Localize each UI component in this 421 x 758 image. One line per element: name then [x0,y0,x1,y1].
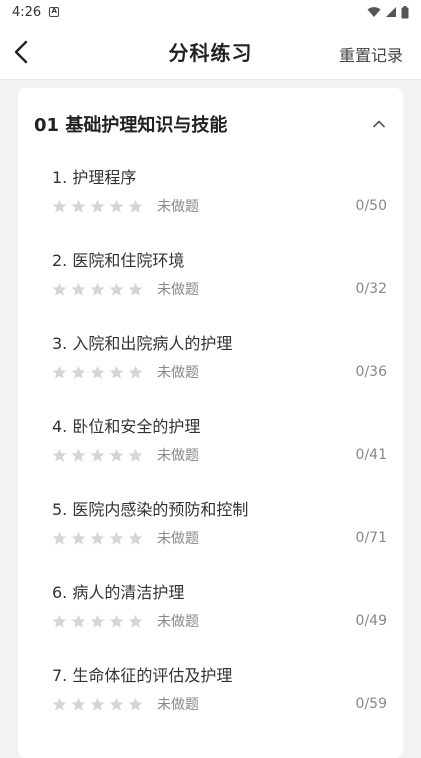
chapter-title: 4. 卧位和安全的护理 [52,417,201,436]
star-icon [109,614,124,628]
chapter-progress-count: 0/49 [355,613,387,629]
chapter-title: 6. 病人的清洁护理 [52,583,185,602]
chapter-item[interactable]: 7. 生命体征的评估及护理 未做题 0/59 [18,658,403,741]
chapter-progress-count: 0/59 [355,696,387,712]
chapter-progress-count: 0/41 [355,447,387,463]
signal-icon [386,7,396,17]
chapter-title: 3. 入院和出院病人的护理 [52,334,233,353]
star-icon [128,614,143,628]
star-rating [52,199,143,214]
chapter-list: 1. 护理程序 未做题 0/50 2. 医院和住院环境 未做题 0/32 3. … [18,160,403,741]
star-icon [128,282,143,296]
star-icon [71,697,86,711]
star-icon [109,365,124,379]
chapter-status: 未做题 [157,448,199,464]
chapter-meta: 未做题 0/32 [52,279,387,299]
star-icon [52,199,67,213]
chapter-meta: 未做题 0/36 [52,362,387,382]
chapter-progress-count: 0/50 [355,198,387,214]
star-icon [128,697,143,711]
chapter-item[interactable]: 3. 入院和出院病人的护理 未做题 0/36 [18,326,403,409]
star-icon [109,282,124,296]
star-icon [52,614,67,628]
chapter-item[interactable]: 6. 病人的清洁护理 未做题 0/49 [18,575,403,658]
chapter-meta: 未做题 0/71 [52,528,387,548]
battery-icon [401,5,409,18]
star-icon [71,199,86,213]
star-icon [71,282,86,296]
star-icon [90,697,105,711]
chapter-item[interactable]: 2. 医院和住院环境 未做题 0/32 [18,243,403,326]
chapter-progress-count: 0/36 [355,364,387,380]
star-icon [128,531,143,545]
star-rating [52,365,143,380]
chapter-status: 未做题 [157,614,199,630]
chapter-status: 未做题 [157,199,199,215]
star-icon [52,448,67,462]
star-rating [52,531,143,546]
wifi-icon [367,7,381,17]
section-header[interactable]: 01 基础护理知识与技能 [18,88,403,160]
star-icon [90,282,105,296]
star-rating [52,282,143,297]
chapter-item[interactable]: 4. 卧位和安全的护理 未做题 0/41 [18,409,403,492]
chapter-title: 2. 医院和住院环境 [52,251,185,270]
star-icon [52,365,67,379]
star-icon [71,365,86,379]
chapter-status: 未做题 [157,697,199,713]
star-icon [90,365,105,379]
star-icon [90,531,105,545]
star-icon [109,448,124,462]
chapter-meta: 未做题 0/59 [52,694,387,714]
star-icon [90,614,105,628]
subject-card: 01 基础护理知识与技能 1. 护理程序 未做题 0/50 2. 医院和住院环境… [18,88,403,758]
star-icon [128,199,143,213]
status-icons [367,5,409,19]
chapter-progress-count: 0/32 [355,281,387,297]
star-icon [128,448,143,462]
star-icon [90,448,105,462]
star-rating [52,448,143,463]
section-title: 01 基础护理知识与技能 [34,115,228,136]
star-icon [71,614,86,628]
chapter-meta: 未做题 0/49 [52,611,387,631]
reset-record-button[interactable]: 重置记录 [339,42,403,66]
page-title: 分科练习 [168,41,253,65]
star-icon [52,697,67,711]
chapter-meta: 未做题 0/41 [52,445,387,465]
chapter-status: 未做题 [157,531,199,547]
star-icon [52,531,67,545]
star-icon [109,531,124,545]
star-rating [52,697,143,712]
chevron-up-icon[interactable] [371,116,387,132]
star-icon [71,531,86,545]
chapter-title: 5. 医院内感染的预防和控制 [52,500,249,519]
chapter-item[interactable]: 1. 护理程序 未做题 0/50 [18,160,403,243]
chapter-title: 7. 生命体征的评估及护理 [52,666,233,685]
chapter-status: 未做题 [157,282,199,298]
chapter-progress-count: 0/71 [355,530,387,546]
chapter-status: 未做题 [157,365,199,381]
star-icon [90,199,105,213]
star-icon [109,199,124,213]
chapter-title: 1. 护理程序 [52,168,137,187]
back-arrow-icon[interactable] [10,38,34,66]
star-icon [109,697,124,711]
chapter-meta: 未做题 0/50 [52,196,387,216]
star-icon [128,365,143,379]
app-header: 分科练习 重置记录 [0,24,421,80]
star-rating [52,614,143,629]
star-icon [71,448,86,462]
status-bar: 4:26 A [0,0,421,24]
notification-icon: A [49,7,60,17]
star-icon [52,282,67,296]
status-time: 4:26 [12,4,42,20]
chapter-item[interactable]: 5. 医院内感染的预防和控制 未做题 0/71 [18,492,403,575]
